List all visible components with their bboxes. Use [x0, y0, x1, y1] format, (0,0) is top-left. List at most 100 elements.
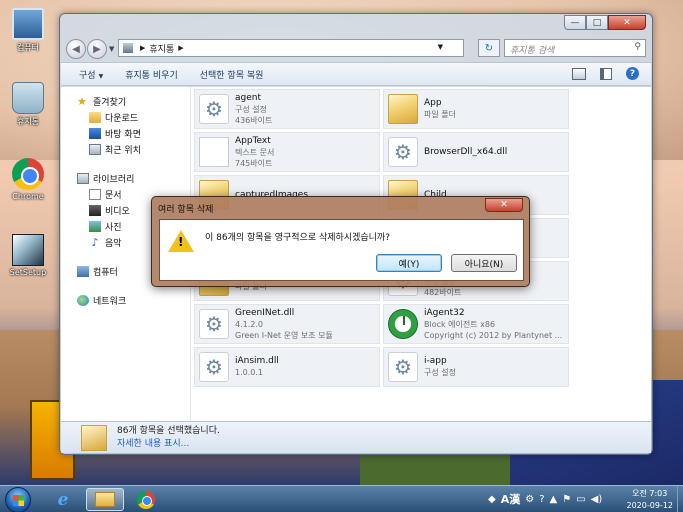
desktop-icon-chrome[interactable]: Chrome: [4, 158, 52, 201]
show-desktop-button[interactable]: [677, 486, 683, 512]
minimize-button[interactable]: —: [564, 15, 586, 30]
settings-file-icon: [388, 352, 418, 382]
file-detail: 745바이트: [235, 158, 273, 168]
breadcrumb-separator[interactable]: ▶: [140, 44, 145, 52]
file-detail: 1.0.0.1: [235, 368, 263, 377]
recent-places-icon: [89, 143, 101, 155]
maximize-button[interactable]: □: [586, 15, 608, 30]
dialog-title: 여러 항목 삭제: [158, 205, 214, 215]
dialog-body: ! 이 86개의 항목을 영구적으로 삭제하시겠습니까? 예(Y) 아니요(N): [159, 219, 524, 281]
file-item-text: App 파일 폴더: [424, 98, 456, 120]
library-icon: [77, 172, 89, 184]
address-dropdown[interactable]: ▼: [438, 43, 443, 51]
restore-selected-button[interactable]: 선택한 항목 복원: [200, 68, 264, 81]
file-item[interactable]: GreenINet.dll4.1.2.0Green I-Net 운영 보조 모듈: [194, 304, 380, 344]
tray-network-icon[interactable]: ▭: [576, 494, 585, 505]
refresh-button[interactable]: ↻: [478, 39, 500, 57]
file-item[interactable]: App 파일 폴더: [383, 89, 569, 129]
nav-label: 최근 위치: [105, 145, 141, 156]
search-placeholder: 휴지통 검색: [510, 46, 555, 56]
organize-button[interactable]: 구성 ▼: [79, 68, 103, 81]
file-detail: 구성 설정: [235, 104, 267, 114]
file-name: App: [424, 98, 442, 108]
file-name: iAgent32: [424, 307, 465, 318]
file-item[interactable]: BrowserDll_x64.dll: [383, 132, 569, 172]
tray-expand-icon[interactable]: ▲: [550, 494, 558, 505]
file-name: AppText: [235, 135, 271, 146]
computer-small-icon: [77, 265, 89, 277]
dialog-message: 이 86개의 항목을 영구적으로 삭제하시겠습니까?: [205, 233, 390, 243]
file-detail: 482바이트: [424, 287, 462, 297]
dialog-close-button[interactable]: ✕: [485, 198, 523, 212]
search-icon[interactable]: ⚲: [634, 42, 641, 52]
text-file-icon: [199, 137, 229, 167]
search-input[interactable]: 휴지통 검색 ⚲: [504, 39, 646, 57]
file-item[interactable]: iAnsim.dll 1.0.0.1: [194, 347, 380, 387]
file-item-text: AppText 텍스트 문서 745바이트: [235, 136, 274, 169]
tray-diamond-icon[interactable]: ◆: [488, 494, 496, 505]
nav-label: 네트워크: [93, 296, 127, 307]
yes-button[interactable]: 예(Y): [376, 254, 442, 272]
recent-pages-dropdown[interactable]: ▼: [109, 45, 114, 53]
file-item[interactable]: iAgent32 Block 에이전트 x86 Copyright (c) 2012…: [383, 304, 569, 344]
nav-downloads[interactable]: 다운로드: [61, 109, 190, 125]
taskbar-chrome[interactable]: [127, 488, 165, 511]
taskbar: e ◆ A漢 ⚙ ? ▲ ⚑ ▭ ◀) 오전 7:03 2020-09-12: [0, 485, 683, 512]
taskbar-ie[interactable]: e: [44, 488, 82, 511]
clock-app-icon: [388, 309, 418, 339]
address-bar[interactable]: ▶ 휴지통 ▶ ▼: [118, 39, 464, 57]
preview-pane-icon[interactable]: [600, 67, 612, 80]
file-item-text: iAnsim.dll 1.0.0.1: [235, 356, 279, 378]
close-button[interactable]: ✕: [608, 15, 646, 30]
file-detail: 구성 설정: [424, 368, 456, 377]
ime-indicator[interactable]: A漢: [501, 491, 521, 507]
tray-flag-icon[interactable]: ⚑: [562, 494, 571, 505]
empty-recycle-bin-button[interactable]: 휴지통 비우기: [125, 68, 178, 81]
back-button[interactable]: ◀: [66, 39, 86, 59]
selection-count-text: 86개 항목을 선택했습니다.: [117, 425, 220, 436]
nav-desktop[interactable]: 바탕 화면: [61, 125, 190, 141]
ie-icon: e: [57, 489, 69, 510]
dll-file-icon: [199, 352, 229, 382]
file-item-text: BrowserDll_x64.dll: [424, 147, 507, 158]
help-icon[interactable]: ?: [626, 67, 639, 80]
file-item[interactable]: agent구성 설정436바이트: [194, 89, 380, 129]
no-button[interactable]: 아니요(N): [451, 254, 517, 272]
taskbar-explorer[interactable]: [86, 488, 124, 511]
file-detail: 텍스트 문서: [235, 147, 275, 157]
desktop-icon-recycle-bin[interactable]: 휴지통: [4, 82, 52, 127]
file-detail: 4.1.2.0: [235, 319, 263, 329]
tray-volume-icon[interactable]: ◀): [591, 494, 603, 505]
chrome-icon: [137, 490, 155, 509]
warning-mark: !: [178, 235, 184, 249]
nav-label: 라이브러리: [93, 174, 135, 185]
status-bar: 86개 항목을 선택했습니다. 자세한 내용 표시...: [61, 421, 651, 453]
file-item[interactable]: i-app 구성 설정: [383, 347, 569, 387]
nav-label: 비디오: [105, 206, 130, 217]
clock[interactable]: 오전 7:03 2020-09-12: [627, 488, 674, 512]
delete-confirm-dialog: 여러 항목 삭제 ✕ ! 이 86개의 항목을 영구적으로 삭제하시겠습니까? …: [151, 196, 530, 287]
change-view-icon[interactable]: [572, 67, 586, 80]
nav-network[interactable]: 네트워크: [61, 292, 190, 308]
desktop-icon-setup[interactable]: SetSetup: [4, 234, 52, 277]
folder-icon: [388, 94, 418, 124]
nav-label: 즐겨찾기: [93, 97, 127, 108]
nav-libraries[interactable]: 라이브러리: [61, 170, 190, 186]
chrome-icon: [12, 158, 44, 190]
clock-date: 2020-09-12: [626, 501, 674, 510]
file-item[interactable]: AppText 텍스트 문서 745바이트: [194, 132, 380, 172]
tray-settings-icon[interactable]: ⚙: [525, 494, 534, 505]
start-button[interactable]: [5, 487, 31, 512]
organize-label: 구성: [79, 70, 96, 81]
show-details-link[interactable]: 자세한 내용 표시...: [117, 438, 220, 451]
forward-button[interactable]: ▶: [87, 39, 107, 59]
pictures-icon: [89, 220, 101, 232]
desktop-icon-computer[interactable]: 컴퓨터: [4, 8, 52, 53]
music-icon: ♪: [91, 235, 99, 249]
nav-recent-places[interactable]: 최근 위치: [61, 141, 190, 157]
breadcrumb-recycle-bin[interactable]: 휴지통: [149, 42, 174, 55]
nav-favorites[interactable]: ★ 즐겨찾기: [61, 93, 190, 109]
breadcrumb-separator[interactable]: ▶: [178, 44, 183, 52]
tray-help-icon[interactable]: ?: [539, 494, 544, 505]
file-detail: Green I-Net 운영 보조 모듈: [235, 330, 333, 340]
